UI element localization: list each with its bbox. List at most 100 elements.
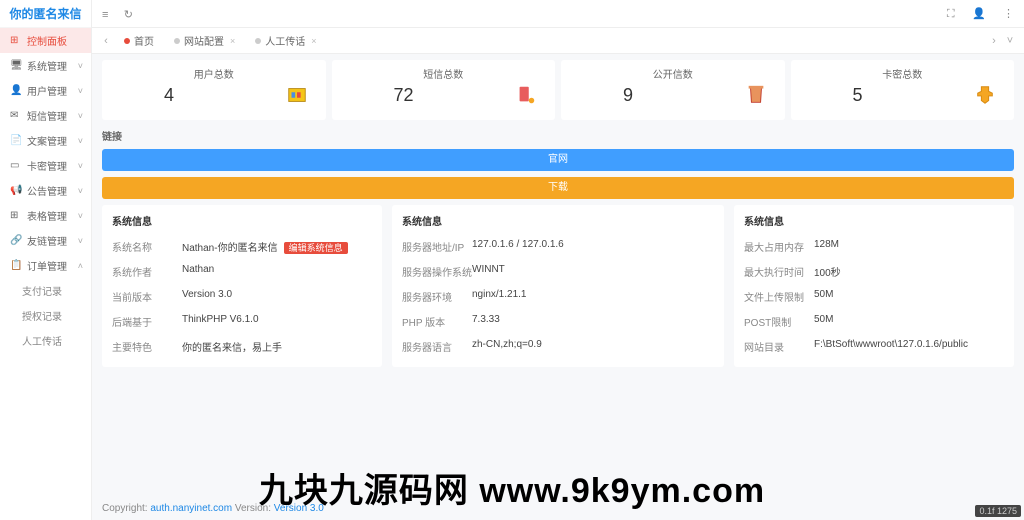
site-button[interactable]: 官网: [102, 149, 1014, 171]
sidebar: 你的匿名来信 ⊞控制面板🖥系统管理˅👤用户管理˅✉短信管理˅📄文案管理˅▭卡密管…: [0, 0, 92, 520]
chevron-icon: ˅: [78, 61, 83, 71]
info-row: 服务器地址/IP127.0.1.6 / 127.0.1.6: [402, 234, 714, 259]
info-key: 最大执行时间: [744, 264, 814, 279]
info-value: 你的匿名来信，易上手: [182, 339, 282, 354]
sidebar-subitem-1[interactable]: 授权记录: [0, 303, 91, 328]
chevron-icon: ˅: [78, 161, 83, 171]
info-title: 系统信息: [112, 213, 372, 228]
stat-value: 5: [853, 85, 863, 106]
close-icon[interactable]: ×: [311, 36, 316, 46]
info-row: 网站目录F:\BtSoft\wwwroot\127.0.1.6/public: [744, 334, 1004, 359]
info-row: 文件上传限制50M: [744, 284, 1004, 309]
chevron-icon: ˅: [78, 136, 83, 146]
user-icon[interactable]: 👤: [972, 8, 986, 20]
info-card-1: 系统信息 系统名称Nathan-你的匿名来信编辑系统信息系统作者Nathan当前…: [102, 205, 382, 367]
tab-dot-icon: [124, 38, 130, 44]
sidebar-item-8[interactable]: 🔗 友链管理˅: [0, 228, 91, 253]
info-row: 系统作者Nathan: [112, 259, 372, 284]
info-value: F:\BtSoft\wwwroot\127.0.1.6/public: [814, 339, 968, 354]
info-card-2: 系统信息 服务器地址/IP127.0.1.6 / 127.0.1.6服务器操作系…: [392, 205, 724, 367]
stat-title: 用户总数: [102, 66, 326, 81]
info-value: 100秒: [814, 264, 841, 279]
nav-icon: 👤: [10, 85, 22, 96]
download-button[interactable]: 下载: [102, 177, 1014, 199]
nav-label: 短信管理: [27, 108, 78, 123]
stat-value: 4: [164, 85, 174, 106]
expand-icon[interactable]: ⛶: [947, 8, 955, 20]
sidebar-item-0[interactable]: ⊞ 控制面板: [0, 28, 91, 53]
tab-1[interactable]: 网站配置 ×: [164, 28, 245, 54]
nav-icon: ⊞: [10, 35, 22, 46]
main-area: ≡ ↻ ⛶ 👤 ⋮ ‹ 首页网站配置×人工传话× › ˅ 用户总数4短信总数72…: [92, 0, 1024, 520]
close-icon[interactable]: ×: [230, 36, 235, 46]
nav-label: 公告管理: [27, 183, 78, 198]
info-value: 50M: [814, 314, 833, 329]
info-key: 服务器地址/IP: [402, 239, 472, 254]
info-value: nginx/1.21.1: [472, 289, 527, 304]
chevron-icon: ˅: [78, 211, 83, 221]
info-key: PHP 版本: [402, 314, 472, 329]
perf-badge: 0.1f 1275: [975, 505, 1021, 517]
info-value: zh-CN,zh;q=0.9: [472, 339, 542, 354]
info-row: 主要特色你的匿名来信，易上手: [112, 334, 372, 359]
tab-dot-icon: [255, 38, 261, 44]
tab-prev-icon[interactable]: ‹: [98, 35, 114, 47]
tab-next-icon[interactable]: ›: [986, 35, 1002, 47]
more-icon[interactable]: ⋮: [1003, 8, 1014, 20]
footer-version[interactable]: Version 3.0: [274, 503, 324, 514]
info-key: 服务器环境: [402, 289, 472, 304]
tab-2[interactable]: 人工传话×: [245, 28, 326, 54]
info-key: 主要特色: [112, 339, 182, 354]
tab-menu-icon[interactable]: ˅: [1002, 35, 1018, 47]
sidebar-subitem-2[interactable]: 人工传话: [0, 328, 91, 353]
nav-label: 卡密管理: [27, 158, 78, 173]
nav-icon: 📢: [10, 185, 22, 196]
sidebar-item-5[interactable]: ▭ 卡密管理˅: [0, 153, 91, 178]
stat-title: 卡密总数: [791, 66, 1015, 81]
info-row: 最大占用内存128M: [744, 234, 1004, 259]
info-key: 当前版本: [112, 289, 182, 304]
nav-label: 文案管理: [27, 133, 78, 148]
info-key: 文件上传限制: [744, 289, 814, 304]
footer: Copyright: auth.nanyinet.com Version: Ve…: [102, 503, 324, 514]
stat-icon: [286, 84, 308, 106]
sidebar-item-6[interactable]: 📢公告管理˅: [0, 178, 91, 203]
sidebar-item-2[interactable]: 👤用户管理˅: [0, 78, 91, 103]
info-key: 后端基于: [112, 314, 182, 329]
nav-icon: 🔗: [10, 235, 22, 246]
info-row: 服务器环境nginx/1.21.1: [402, 284, 714, 309]
nav-icon: 🖥: [10, 60, 22, 71]
refresh-icon[interactable]: ↻: [124, 9, 133, 21]
info-key: 网站目录: [744, 339, 814, 354]
sidebar-item-9[interactable]: 📋订单管理˄: [0, 253, 91, 278]
chevron-icon: ˅: [78, 86, 83, 96]
nav-icon: ⊞: [10, 210, 22, 221]
edit-badge[interactable]: 编辑系统信息: [284, 242, 348, 254]
chevron-icon: ˅: [78, 236, 83, 246]
stat-title: 公开信数: [561, 66, 785, 81]
sidebar-item-4[interactable]: 📄文案管理˅: [0, 128, 91, 153]
sidebar-item-1[interactable]: 🖥 系统管理˅: [0, 53, 91, 78]
sidebar-item-3[interactable]: ✉短信管理˅: [0, 103, 91, 128]
stat-card-3: 卡密总数 5: [791, 60, 1015, 120]
nav-label: 系统管理: [27, 58, 78, 73]
stat-title: 短信总数: [332, 66, 556, 81]
tab-label: 网站配置: [184, 33, 224, 48]
nav-label: 友链管理: [27, 233, 78, 248]
info-title: 系统信息: [402, 213, 714, 228]
info-value: WINNT: [472, 264, 505, 279]
nav-label: 控制面板: [27, 33, 83, 48]
sidebar-subitem-0[interactable]: 支付记录: [0, 278, 91, 303]
nav-icon: ▭: [10, 160, 22, 171]
info-value: 127.0.1.6 / 127.0.1.6: [472, 239, 564, 254]
nav-icon: 📋: [10, 260, 22, 271]
sidebar-item-7[interactable]: ⊞表格管理˅: [0, 203, 91, 228]
tab-0[interactable]: 首页: [114, 28, 164, 54]
menu-icon[interactable]: ≡: [102, 9, 108, 21]
links-title: 链接: [102, 128, 1014, 143]
info-value: 128M: [814, 239, 839, 254]
info-key: 最大占用内存: [744, 239, 814, 254]
footer-link[interactable]: auth.nanyinet.com: [150, 503, 232, 514]
chevron-icon: ˄: [78, 261, 83, 271]
app-logo: 你的匿名来信: [0, 0, 91, 28]
